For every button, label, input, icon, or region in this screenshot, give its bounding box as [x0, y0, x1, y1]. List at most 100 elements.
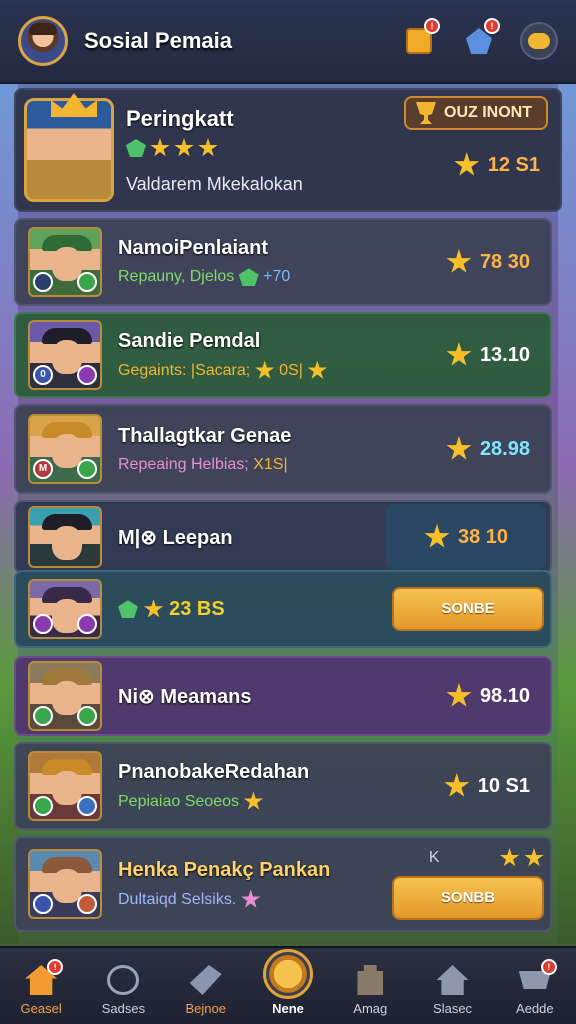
list-item[interactable]: M|⊗ Leepan 38 10: [14, 500, 552, 574]
level-badge: [77, 459, 97, 479]
player-name: Ni⊗ Meamans: [118, 685, 252, 708]
list-item[interactable]: NamoiPenlaiant Repauny, Djelos +70 78 30: [14, 218, 552, 306]
player-subtitle: Dultaiqd Selsiks.: [118, 889, 392, 910]
list-item[interactable]: Henka Penakç Pankan Dultaiqd Selsiks. K …: [14, 836, 552, 932]
nav-label: Slasec: [433, 1001, 473, 1016]
player-subtitle: Repeaing Helbias; X1S|: [118, 456, 446, 474]
clock-icon: [107, 965, 140, 995]
portrait-face: [52, 526, 82, 560]
player-info: Henka Penakç Pankan Dultaiqd Selsiks.: [118, 859, 392, 910]
inbox-button[interactable]: !: [400, 18, 440, 60]
player-subtitle-extra: +70: [263, 268, 291, 286]
class-badge: [33, 894, 53, 914]
top-bar: Sosial Pemaia ! !: [0, 0, 576, 84]
player-subtitle-text: Gegaints: |Sacara;: [118, 361, 251, 379]
rank-stars: [126, 138, 218, 158]
player-name: Thallagtkar Genae: [118, 424, 292, 447]
list-item[interactable]: 23 BS SONBE: [14, 570, 552, 648]
coin-icon: [262, 949, 313, 999]
star-icon: [444, 773, 470, 797]
nav-amag[interactable]: Amag: [330, 965, 410, 1016]
background-scenery-right: [558, 80, 576, 944]
top-ranked-card[interactable]: Peringkatt Valdarem Mkekalokan OUZ INONT…: [14, 88, 562, 212]
nav-nene[interactable]: Nene: [248, 949, 328, 1016]
star-icon: [307, 360, 327, 379]
class-badge: [33, 614, 53, 634]
list-item[interactable]: PnanobakeRedahan Pepiaiao Seoeos 10 S1: [14, 742, 552, 830]
player-score: 10 S1: [444, 773, 530, 799]
player-score: 38 10: [386, 504, 546, 570]
star-icon: [241, 889, 261, 908]
house-icon: [436, 965, 469, 995]
nav-slasec[interactable]: Slasec: [413, 965, 493, 1016]
class-badge: M: [33, 459, 53, 479]
player-subtitle-text: Pepiaiao Seoeos: [118, 792, 239, 810]
menu-button[interactable]: [520, 22, 558, 60]
trophy-icon: [416, 102, 436, 124]
star-icon: [255, 360, 275, 379]
crown-icon: [51, 93, 97, 117]
menu-icon: [528, 33, 550, 49]
nav-label: Nene: [272, 1001, 304, 1016]
player-score: 78 30: [446, 249, 530, 275]
nav-label: Bejnoe: [185, 1001, 226, 1016]
list-item[interactable]: M Thallagtkar Genae Repeaing Helbias; X1…: [14, 404, 552, 494]
star-icon: [454, 152, 480, 176]
rewards-button[interactable]: !: [460, 18, 500, 60]
side-stars: [499, 848, 544, 868]
player-subtitle: Pepiaiao Seoeos: [118, 791, 444, 812]
class-badge: [33, 706, 53, 726]
player-avatar[interactable]: [18, 16, 68, 66]
star-icon: [243, 791, 264, 810]
player-portrait: [28, 506, 102, 568]
action-button[interactable]: SONBB: [392, 876, 544, 920]
level-badge: [77, 796, 97, 816]
top-player-subtitle: Valdarem Mkekalokan: [126, 174, 303, 194]
player-portrait: [28, 661, 102, 731]
star-icon: [446, 342, 472, 366]
player-score: 13.10: [446, 342, 530, 368]
leaderboard-title: Peringkatt: [126, 106, 234, 131]
page-title: Sosial Pemaia: [84, 28, 232, 53]
top-player-score: 12 S1: [454, 152, 540, 178]
avatar-hair: [29, 23, 57, 35]
notification-badge: !: [484, 18, 500, 34]
list-item[interactable]: Ni⊗ Meamans 98.10: [14, 656, 552, 736]
player-name: Sandie Pemdal: [118, 329, 261, 352]
class-badge: [33, 272, 53, 292]
nav-label: Amag: [353, 1001, 388, 1016]
player-info: NamoiPenlaiant Repauny, Djelos +70: [118, 237, 446, 287]
class-badge: 0: [33, 365, 53, 385]
header-actions: ! !: [400, 18, 558, 60]
tower-icon: [357, 965, 384, 995]
list-item[interactable]: 0 Sandie Pemdal Gegaints: |Sacara; 0S| 1…: [14, 312, 552, 398]
action-button[interactable]: SONBE: [392, 587, 544, 631]
star-icon: [446, 683, 472, 707]
player-subtitle-text: 23 BS: [169, 597, 225, 620]
player-name: NamoiPenlaiant: [118, 237, 269, 260]
player-score: 28.98: [446, 436, 530, 462]
star-icon: [174, 138, 194, 157]
side-label: K: [428, 849, 440, 866]
rank-pill-button[interactable]: OUZ INONT: [404, 96, 548, 130]
level-badge: [77, 365, 97, 385]
level-badge: [77, 706, 97, 726]
nav-sadses[interactable]: Sadses: [83, 965, 163, 1016]
star-icon: [524, 848, 544, 867]
nav-bejnoe[interactable]: Bejnoe: [166, 965, 246, 1016]
star-icon: [198, 138, 218, 157]
star-icon: [446, 436, 472, 460]
nav-home[interactable]: ! Geasel: [1, 959, 81, 1016]
player-portrait: 0: [28, 320, 102, 390]
player-info: Ni⊗ Meamans: [118, 684, 446, 709]
score-value: 98.10: [479, 684, 530, 707]
level-badge: [77, 272, 97, 292]
player-subtitle-extra: X1S|: [253, 455, 288, 473]
nav-label: Geasel: [20, 1001, 62, 1016]
score-value: 12 S1: [487, 153, 540, 176]
player-portrait: [28, 579, 102, 639]
nav-aedde[interactable]: ! Aedde: [495, 959, 575, 1016]
score-value: 78 30: [479, 250, 530, 273]
star-icon: [150, 138, 170, 157]
class-badge: [33, 796, 53, 816]
